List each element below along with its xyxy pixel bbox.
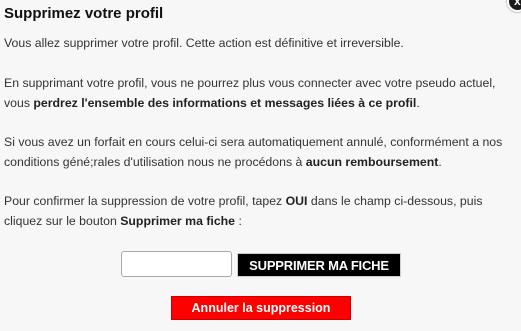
dialog-title: Supprimez votre profil bbox=[4, 5, 164, 22]
close-icon: x bbox=[514, 0, 521, 8]
refund-bold: aucun remboursement bbox=[305, 155, 439, 169]
cancel-deletion-button[interactable]: Annuler la suppression bbox=[171, 296, 351, 320]
delete-profile-button[interactable]: SUPPRIMER MA FICHE bbox=[237, 253, 401, 277]
instructions-paragraph: Pour confirmer la suppression de votre p… bbox=[4, 191, 516, 231]
close-button[interactable]: x bbox=[507, 0, 521, 12]
refund-end: . bbox=[438, 155, 442, 169]
instructions-end: : bbox=[235, 214, 242, 228]
consequence-paragraph: En supprimant votre profil, vous ne pour… bbox=[4, 73, 516, 113]
refund-paragraph: Si vous avez un forfait en cours celui-c… bbox=[4, 132, 516, 172]
consequence-bold: perdrez l'ensemble des informations et m… bbox=[33, 96, 417, 110]
instructions-bold-oui: OUI bbox=[285, 194, 308, 208]
intro-text: Vous allez supprimer votre profil. Cette… bbox=[4, 36, 404, 50]
instructions-bold-button: Supprimer ma fiche bbox=[120, 214, 236, 228]
intro-paragraph: Vous allez supprimer votre profil. Cette… bbox=[4, 33, 516, 53]
consequence-end: . bbox=[416, 96, 420, 110]
instructions-text-1: Pour confirmer la suppression de votre p… bbox=[4, 194, 286, 208]
confirm-input[interactable] bbox=[121, 251, 232, 277]
